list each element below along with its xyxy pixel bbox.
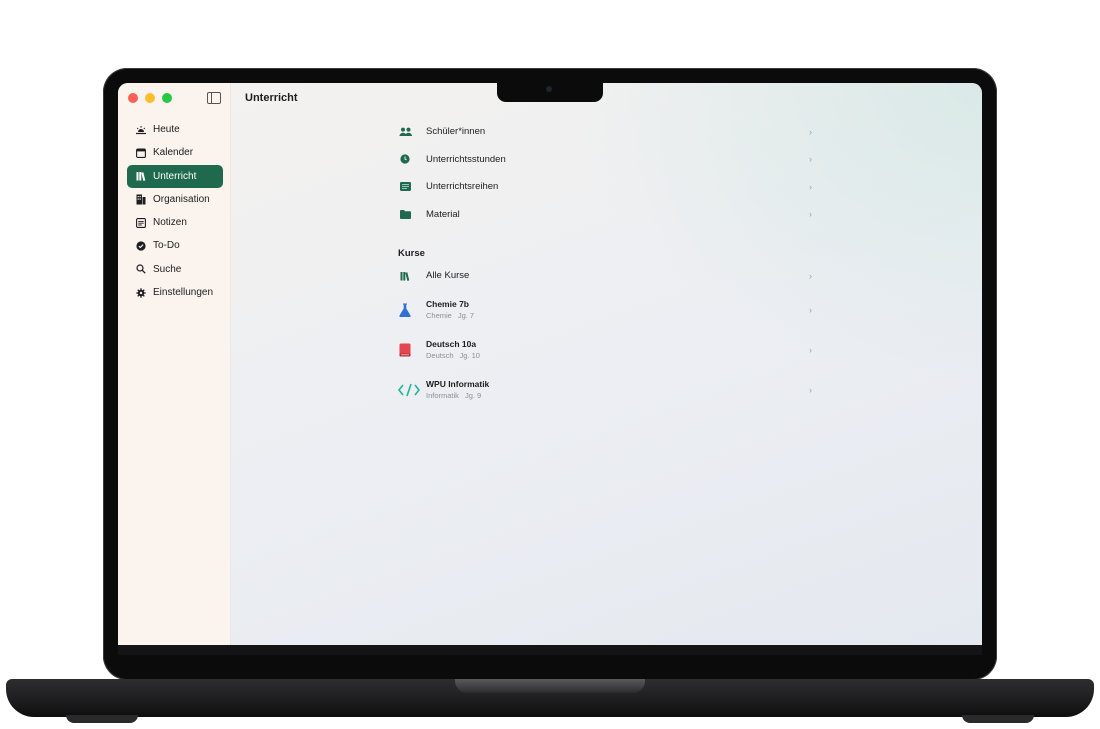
flask-icon: [398, 303, 412, 317]
course-item-informatik[interactable]: WPU Informatik Informatik Jg. 9 ›: [398, 370, 812, 410]
chevron-right-icon: ›: [809, 270, 812, 281]
gear-icon: [135, 287, 147, 299]
zoom-window-button[interactable]: [162, 93, 172, 103]
people-icon: [398, 125, 412, 139]
sidebar-item-kalender[interactable]: Kalender: [127, 141, 223, 164]
courses-section-title: Kurse: [398, 248, 425, 259]
sidebar-item-organisation[interactable]: Organisation: [127, 188, 223, 211]
sidebar-item-suche[interactable]: Suche: [127, 258, 223, 281]
building-icon: [135, 193, 147, 205]
laptop-foot-right: [962, 715, 1034, 723]
chevron-right-icon: ›: [809, 181, 812, 192]
course-item-chemie[interactable]: Chemie 7b Chemie Jg. 7 ›: [398, 290, 812, 330]
list-item-schueler[interactable]: Schüler*innen ›: [398, 118, 812, 146]
book-icon: [398, 343, 412, 357]
list-item-unterrichtsreihen[interactable]: Unterrichtsreihen ›: [398, 173, 812, 201]
code-icon: [398, 383, 420, 397]
camera-icon: [546, 86, 552, 92]
close-window-button[interactable]: [128, 93, 138, 103]
course-item-deutsch[interactable]: Deutsch 10a Deutsch Jg. 10 ›: [398, 330, 812, 370]
calendar-icon: [135, 147, 147, 159]
list-item-unterrichtsstunden[interactable]: Unterrichtsstunden ›: [398, 146, 812, 174]
search-icon: [135, 263, 147, 275]
sunrise-icon: [135, 124, 147, 136]
books-icon: [398, 269, 412, 283]
chevron-right-icon: ›: [809, 304, 812, 315]
chevron-right-icon: ›: [809, 384, 812, 395]
sidebar-item-unterricht[interactable]: Unterricht: [127, 164, 223, 188]
chevron-right-icon: ›: [809, 126, 812, 137]
laptop-chin: [118, 645, 982, 655]
clock-icon: [398, 152, 412, 166]
sidebar: Heute Kalender Unterricht Organisation N…: [118, 83, 231, 645]
books-icon: [135, 170, 147, 182]
sidebar-item-notizen[interactable]: Notizen: [127, 211, 223, 234]
list-item-alle-kurse[interactable]: Alle Kurse ›: [398, 262, 812, 290]
app-window: Heute Kalender Unterricht Organisation N…: [118, 83, 982, 645]
chevron-right-icon: ›: [809, 154, 812, 165]
chevron-right-icon: ›: [809, 344, 812, 355]
laptop-groove: [455, 679, 645, 693]
sidebar-nav: Heute Kalender Unterricht Organisation N…: [127, 118, 223, 304]
chevron-right-icon: ›: [809, 209, 812, 220]
checkmark-circle-icon: [135, 240, 147, 252]
sidebar-item-einstellungen[interactable]: Einstellungen: [127, 281, 223, 304]
main-list: Schüler*innen › Unterrichtsstunden › Unt…: [398, 118, 812, 410]
laptop-foot-left: [66, 715, 138, 723]
list-item-material[interactable]: Material ›: [398, 201, 812, 229]
notes-icon: [135, 217, 147, 229]
sidebar-item-to-do[interactable]: To-Do: [127, 234, 223, 257]
folder-icon: [398, 207, 412, 221]
sidebar-item-heute[interactable]: Heute: [127, 118, 223, 141]
sidebar-toggle-icon[interactable]: [207, 92, 221, 104]
minimize-window-button[interactable]: [145, 93, 155, 103]
page-title: Unterricht: [245, 92, 298, 104]
list-icon: [398, 180, 412, 194]
